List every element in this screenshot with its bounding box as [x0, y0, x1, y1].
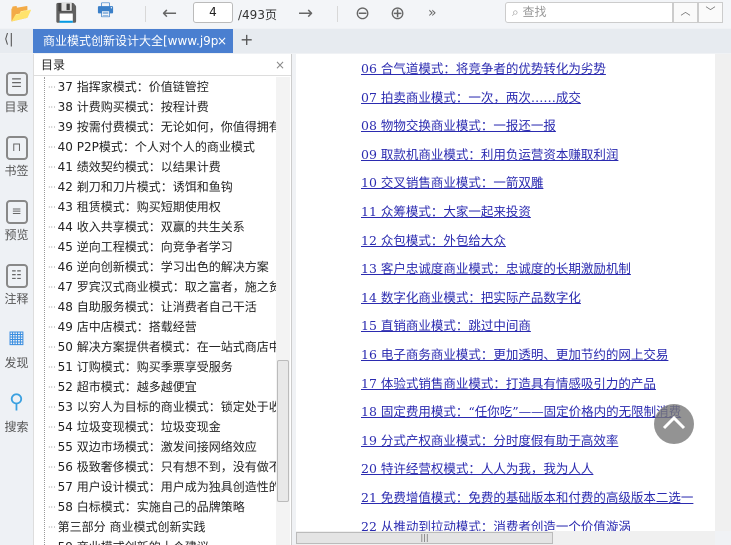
divider: [337, 6, 338, 22]
toc-scroll-thumb[interactable]: [277, 360, 289, 502]
sidebar-item-bookmark[interactable]: ⊓ 书签: [0, 136, 33, 179]
toc-header: 目录 ×: [34, 54, 291, 76]
tab-document[interactable]: 商业模式创新设计大全[www.j9p ×: [33, 29, 233, 53]
toc-item[interactable]: 44 收入共享模式：双赢的共生关系: [45, 217, 278, 237]
print-icon[interactable]: 🖶: [97, 0, 114, 24]
close-tab-icon[interactable]: ×: [217, 29, 227, 53]
chevron-up-icon: [662, 415, 686, 430]
toc-item[interactable]: 49 店中店模式：搭载经营: [45, 317, 278, 337]
document-link[interactable]: 17 体验式销售商业模式：打造具有情感吸引力的产品: [361, 373, 693, 402]
save-icon[interactable]: 💾: [55, 2, 77, 24]
document-link[interactable]: 15 直销商业模式：跳过中间商: [361, 315, 693, 344]
search-prev-button[interactable]: ︿: [673, 2, 698, 23]
document-horizontal-scrollbar[interactable]: |||: [296, 531, 715, 545]
sidebar-label: 搜索: [4, 420, 29, 434]
toc-item[interactable]: 57 用户设计模式：用户成为独具创造性的: [45, 477, 278, 497]
toc-item[interactable]: 第三部分 商业模式创新实践: [45, 517, 278, 537]
document-link[interactable]: 11 众筹模式：大家一起来投资: [361, 201, 693, 230]
new-tab-button[interactable]: +: [240, 30, 253, 49]
document-view: 06 合气道模式：将竞争者的优势转化为劣势 07 拍卖商业模式：一次，两次……成交…: [296, 54, 715, 534]
sidebar-label: 发现: [4, 356, 29, 370]
discover-icon: ▦: [7, 327, 25, 348]
document-link[interactable]: 16 电子商务商业模式：更加透明、更加节约的网上交易: [361, 344, 693, 373]
document-link[interactable]: 20 特许经营权模式：人人为我，我为人人: [361, 458, 693, 487]
document-vertical-scrollbar[interactable]: [715, 54, 731, 531]
toc-item[interactable]: 47 罗宾汉式商业模式：取之富者，施之贫: [45, 277, 278, 297]
preview-icon: ≡: [5, 200, 28, 224]
more-tools-button[interactable]: »: [428, 2, 437, 24]
prev-page-icon[interactable]: ←: [162, 2, 177, 24]
toolbar: 📂 💾 🖶 ← 4 /493页 → ⊖ ⊕ » ⌕ 查找 ︿ ﹀: [0, 0, 731, 28]
sidebar-label: 注释: [4, 292, 29, 306]
toc-item[interactable]: 53 以穷人为目标的商业模式：锁定处于收: [45, 397, 278, 417]
document-link-list: 06 合气道模式：将竞争者的优势转化为劣势 07 拍卖商业模式：一次，两次……成交…: [361, 58, 693, 544]
document-link[interactable]: 07 拍卖商业模式：一次，两次……成交: [361, 87, 693, 116]
toc-item[interactable]: 42 剃刀和刀片模式：诱饵和鱼钩: [45, 177, 278, 197]
toc-item[interactable]: 54 垃圾变现模式：垃圾变现金: [45, 417, 278, 437]
close-toc-icon[interactable]: ×: [275, 54, 285, 76]
collapse-sidebar-button[interactable]: ⟨|: [4, 32, 13, 47]
document-link[interactable]: 09 取款机商业模式：利用负运营资本赚取利润: [361, 144, 693, 173]
toc-item[interactable]: 46 逆向创新模式：学习出色的解决方案: [45, 257, 278, 277]
document-link[interactable]: 14 数字化商业模式：把实际产品数字化: [361, 287, 693, 316]
sidebar-label: 目录: [4, 100, 29, 114]
zoom-out-icon[interactable]: ⊖: [355, 2, 370, 24]
back-to-top-button[interactable]: [654, 404, 694, 444]
document-link[interactable]: 13 客户忠诚度商业模式：忠诚度的长期激励机制: [361, 258, 693, 287]
toc-panel: 目录 × 37 指挥家模式：价值链管控38 计费购买模式：按程计费39 按需付费模…: [33, 54, 292, 545]
toc-item[interactable]: 40 P2P模式：个人对个人的商业模式: [45, 137, 278, 157]
open-folder-icon[interactable]: 📂: [10, 2, 32, 24]
tab-bar: ⟨| 商业模式创新设计大全[www.j9p × +: [0, 29, 731, 53]
search-icon: ⌕: [512, 5, 523, 19]
zoom-in-icon[interactable]: ⊕: [390, 2, 405, 24]
annotation-icon: ☷: [5, 264, 28, 288]
toc-item[interactable]: 43 租赁模式：购买短期使用权: [45, 197, 278, 217]
toc-item[interactable]: 55 双边市场模式：激发间接网络效应: [45, 437, 278, 457]
document-link[interactable]: 19 分式产权商业模式：分时度假有助于高效率: [361, 430, 693, 459]
bookmark-icon: ⊓: [5, 136, 28, 160]
toc-item[interactable]: 41 绩效契约模式：以结果计费: [45, 157, 278, 177]
document-link[interactable]: 08 物物交换商业模式：一报还一报: [361, 115, 693, 144]
toc-item[interactable]: 45 逆向工程模式：向竞争者学习: [45, 237, 278, 257]
search-placeholder: 查找: [522, 5, 547, 19]
search-input[interactable]: ⌕ 查找: [505, 2, 673, 23]
sidebar-label: 书签: [4, 164, 29, 178]
sidebar-label: 预览: [4, 228, 29, 242]
toc-item[interactable]: 37 指挥家模式：价值链管控: [45, 77, 278, 97]
toc-item[interactable]: 52 超市模式：越多越便宜: [45, 377, 278, 397]
search-next-button[interactable]: ﹀: [698, 2, 723, 23]
toc-item[interactable]: 56 极致奢侈模式：只有想不到，没有做不: [45, 457, 278, 477]
sidebar-item-preview[interactable]: ≡ 预览: [0, 200, 33, 243]
toc-item[interactable]: 39 按需付费模式：无论如何，你值得拥有: [45, 117, 278, 137]
next-page-icon[interactable]: →: [298, 2, 313, 24]
toc-item[interactable]: 48 自助服务模式：让消费者自己干活: [45, 297, 278, 317]
toc-item[interactable]: 58 白标模式：实施自己的品牌策略: [45, 497, 278, 517]
toc-item[interactable]: 38 计费购买模式：按程计费: [45, 97, 278, 117]
horizontal-scroll-thumb[interactable]: |||: [296, 532, 553, 544]
page-number-input[interactable]: 4: [193, 2, 233, 23]
search-icon: ⚲: [9, 389, 24, 413]
sidebar-item-annotation[interactable]: ☷ 注释: [0, 264, 33, 307]
divider: [145, 6, 146, 22]
toc-list: 37 指挥家模式：价值链管控38 计费购买模式：按程计费39 按需付费模式：无论…: [44, 77, 278, 545]
tab-label: 商业模式创新设计大全[www.j9p: [43, 34, 219, 48]
list-icon: ☰: [5, 72, 28, 96]
sidebar-item-toc[interactable]: ☰ 目录: [0, 72, 33, 115]
sidebar-item-search[interactable]: ⚲ 搜索: [0, 389, 33, 435]
sidebar: ☰ 目录 ⊓ 书签 ≡ 预览 ☷ 注释 ▦ 发现 ⚲ 搜索: [0, 54, 33, 545]
toc-scrollbar[interactable]: [276, 77, 290, 545]
sidebar-item-discover[interactable]: ▦ 发现: [0, 328, 33, 371]
document-link[interactable]: 06 合气道模式：将竞争者的优势转化为劣势: [361, 58, 693, 87]
toc-item[interactable]: 59 商业模式创新的十个建议: [45, 537, 278, 545]
document-link[interactable]: 21 免费增值模式：免费的基础版本和付费的高级版本二选一: [361, 487, 693, 516]
document-link[interactable]: 12 众包模式：外包给大众: [361, 230, 693, 259]
toc-item[interactable]: 51 订购模式：购买季票享受服务: [45, 357, 278, 377]
toc-title: 目录: [41, 58, 66, 72]
toc-item[interactable]: 50 解决方案提供者模式：在一站式商店中: [45, 337, 278, 357]
document-link[interactable]: 18 固定费用模式：“任你吃”——固定价格内的无限制消费: [361, 401, 693, 430]
page-total: /493页: [238, 8, 277, 22]
document-link[interactable]: 10 交叉销售商业模式：一箭双雕: [361, 172, 693, 201]
